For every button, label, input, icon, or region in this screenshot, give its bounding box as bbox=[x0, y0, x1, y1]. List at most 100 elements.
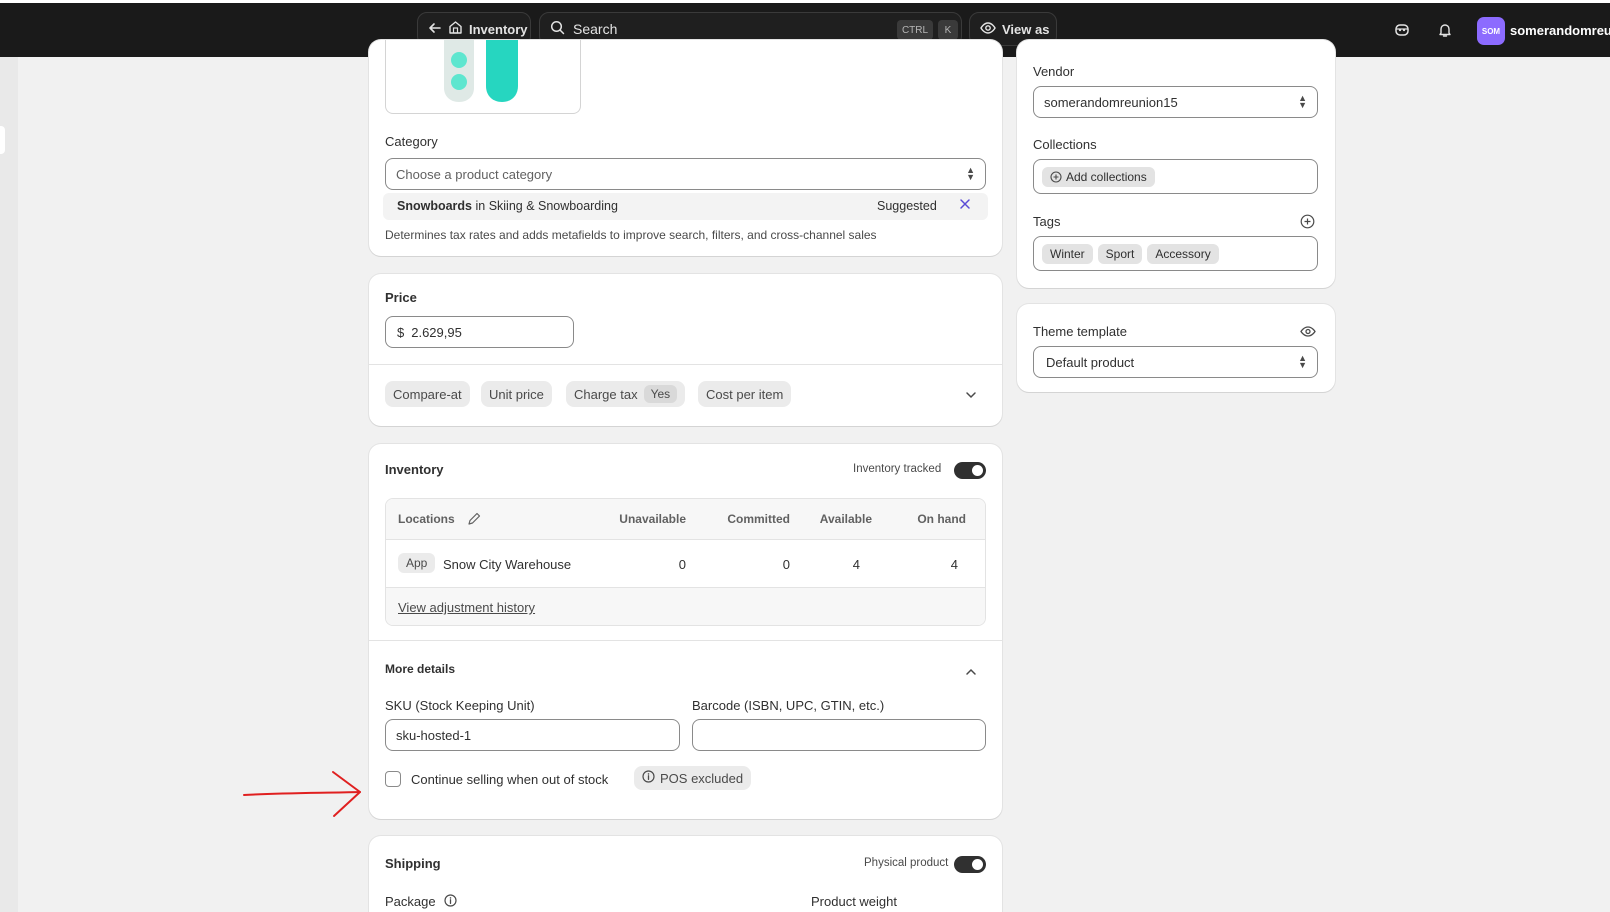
back-label: Inventory bbox=[469, 21, 528, 37]
search-icon bbox=[550, 20, 565, 38]
pos-excluded-badge[interactable]: POS excluded bbox=[634, 766, 752, 790]
view-as-label: View as bbox=[1002, 21, 1050, 37]
category-placeholder: Choose a product category bbox=[396, 166, 553, 182]
category-suggestion[interactable]: Snowboards in Skiing & Snowboarding Sugg… bbox=[383, 193, 988, 220]
divider bbox=[369, 364, 1002, 365]
divider bbox=[386, 539, 985, 540]
chevron-down-icon[interactable] bbox=[965, 388, 977, 403]
avatar[interactable]: SOM bbox=[1477, 17, 1505, 45]
sku-input[interactable]: sku-hosted-1 bbox=[385, 719, 680, 751]
vendor-value: somerandomreunion15 bbox=[1044, 94, 1178, 110]
suggestion-text: Snowboards in Skiing & Snowboarding bbox=[397, 199, 618, 213]
info-icon[interactable] bbox=[444, 894, 457, 910]
kbd-ctrl: CTRL bbox=[897, 20, 933, 40]
vendor-select[interactable]: somerandomreunion15 ▲ ▼ bbox=[1033, 86, 1318, 118]
suggestion-rest: in Skiing & Snowboarding bbox=[472, 199, 618, 213]
product-details-card: Category Choose a product category ▲ ▼ Sn… bbox=[369, 40, 1002, 256]
physical-product-toggle[interactable] bbox=[954, 856, 986, 873]
more-details-title: More details bbox=[385, 662, 456, 676]
plus-circle-icon bbox=[1050, 170, 1062, 183]
charge-tax-value: Yes bbox=[643, 385, 678, 403]
price-title: Price bbox=[385, 290, 417, 305]
unit-price-chip[interactable]: Unit price bbox=[481, 381, 552, 407]
inventory-card: Inventory Inventory tracked Locations Un… bbox=[369, 444, 1002, 819]
bell-icon[interactable] bbox=[1437, 22, 1453, 41]
select-chevrons-icon: ▲ ▼ bbox=[966, 165, 975, 182]
cost-per-item-chip[interactable]: Cost per item bbox=[698, 381, 792, 407]
column-committed: Committed bbox=[727, 512, 790, 526]
search-placeholder: Search bbox=[573, 21, 618, 37]
shipping-card: Shipping Physical product Package Produc… bbox=[369, 836, 1002, 912]
tags-field[interactable]: Winter Sport Accessory bbox=[1033, 236, 1318, 271]
inventory-table: Locations Unavailable Committed Availabl… bbox=[385, 498, 986, 626]
inventory-tracked-toggle[interactable] bbox=[954, 462, 986, 479]
committed-value[interactable]: 0 bbox=[698, 557, 790, 572]
eye-icon[interactable] bbox=[1300, 325, 1316, 341]
product-image bbox=[444, 40, 518, 102]
pencil-icon[interactable] bbox=[467, 512, 481, 529]
pos-excluded-label: POS excluded bbox=[660, 770, 744, 786]
location-name: Snow City Warehouse bbox=[443, 557, 572, 572]
compare-at-chip[interactable]: Compare-at bbox=[385, 381, 470, 407]
close-icon[interactable] bbox=[959, 198, 971, 213]
sku-label: SKU (Stock Keeping Unit) bbox=[385, 698, 535, 713]
add-tag-icon[interactable] bbox=[1300, 214, 1315, 232]
on-hand-value[interactable]: 4 bbox=[882, 557, 958, 572]
column-on-hand: On hand bbox=[917, 512, 966, 526]
physical-product-label: Physical product bbox=[864, 857, 949, 869]
select-chevrons-icon: ▲ ▼ bbox=[1298, 353, 1307, 370]
theme-template-value: Default product bbox=[1046, 354, 1135, 370]
organization-card: Vendor somerandomreunion15 ▲ ▼ Collection… bbox=[1017, 40, 1335, 288]
continue-selling-label[interactable]: Continue selling when out of stock bbox=[411, 772, 608, 787]
product-weight-label: Product weight bbox=[811, 894, 897, 909]
chevron-up-icon[interactable] bbox=[965, 665, 977, 680]
suggested-label: Suggested bbox=[877, 199, 937, 213]
theme-template-select[interactable]: Default product ▲ ▼ bbox=[1033, 346, 1318, 378]
divider bbox=[369, 640, 1002, 641]
price-card: Price $ 2.629,95 Compare-at Unit price C… bbox=[369, 274, 1002, 426]
category-help-text: Determines tax rates and adds metafields… bbox=[385, 228, 877, 242]
price-value: 2.629,95 bbox=[411, 324, 462, 340]
charge-tax-chip[interactable]: Charge tax Yes bbox=[566, 381, 686, 407]
charge-tax-label: Charge tax bbox=[574, 386, 638, 402]
vendor-label: Vendor bbox=[1033, 64, 1075, 79]
sku-value: sku-hosted-1 bbox=[396, 727, 472, 743]
column-unavailable: Unavailable bbox=[619, 512, 686, 526]
price-input[interactable]: $ 2.629,95 bbox=[385, 316, 574, 348]
continue-selling-checkbox[interactable] bbox=[385, 771, 401, 787]
collections-field[interactable]: Add collections bbox=[1033, 159, 1318, 194]
category-label: Category bbox=[385, 134, 438, 149]
column-available: Available bbox=[819, 512, 872, 526]
sidekick-icon[interactable] bbox=[1394, 22, 1410, 41]
barcode-input[interactable] bbox=[692, 719, 986, 751]
annotation-arrow-icon bbox=[243, 771, 361, 817]
arrow-left-icon bbox=[428, 21, 442, 38]
category-select[interactable]: Choose a product category ▲ ▼ bbox=[385, 158, 986, 190]
unavailable-value[interactable]: 0 bbox=[596, 557, 686, 572]
theme-template-label: Theme template bbox=[1033, 324, 1127, 339]
sidebar-edge bbox=[0, 57, 18, 912]
info-icon bbox=[642, 770, 655, 786]
kbd-k: K bbox=[938, 20, 958, 40]
inventory-title: Inventory bbox=[385, 462, 444, 477]
barcode-label: Barcode (ISBN, UPC, GTIN, etc.) bbox=[692, 698, 885, 713]
add-collections-button[interactable]: Add collections bbox=[1042, 166, 1155, 187]
tag-chip[interactable]: Sport bbox=[1097, 243, 1143, 264]
store-icon bbox=[448, 20, 463, 38]
package-label: Package bbox=[385, 894, 436, 909]
available-value[interactable]: 4 bbox=[790, 557, 860, 572]
select-chevrons-icon: ▲ ▼ bbox=[1298, 93, 1307, 110]
suggestion-strong: Snowboards bbox=[397, 199, 473, 213]
shop-name[interactable]: somerandomreunion15 bbox=[1510, 23, 1610, 38]
tag-chip[interactable]: Winter bbox=[1042, 243, 1093, 264]
sidebar-notch bbox=[0, 126, 5, 154]
eye-icon bbox=[980, 21, 996, 38]
inventory-tracked-label: Inventory tracked bbox=[853, 463, 942, 475]
tag-chip[interactable]: Accessory bbox=[1147, 243, 1219, 264]
app-badge: App bbox=[398, 553, 436, 573]
view-adjustment-history-link[interactable]: View adjustment history bbox=[398, 600, 535, 615]
media-thumbnail[interactable] bbox=[385, 40, 581, 114]
theme-template-card: Theme template Default product ▲ ▼ bbox=[1017, 304, 1335, 392]
tags-label: Tags bbox=[1033, 214, 1061, 229]
currency-symbol: $ bbox=[397, 324, 405, 340]
